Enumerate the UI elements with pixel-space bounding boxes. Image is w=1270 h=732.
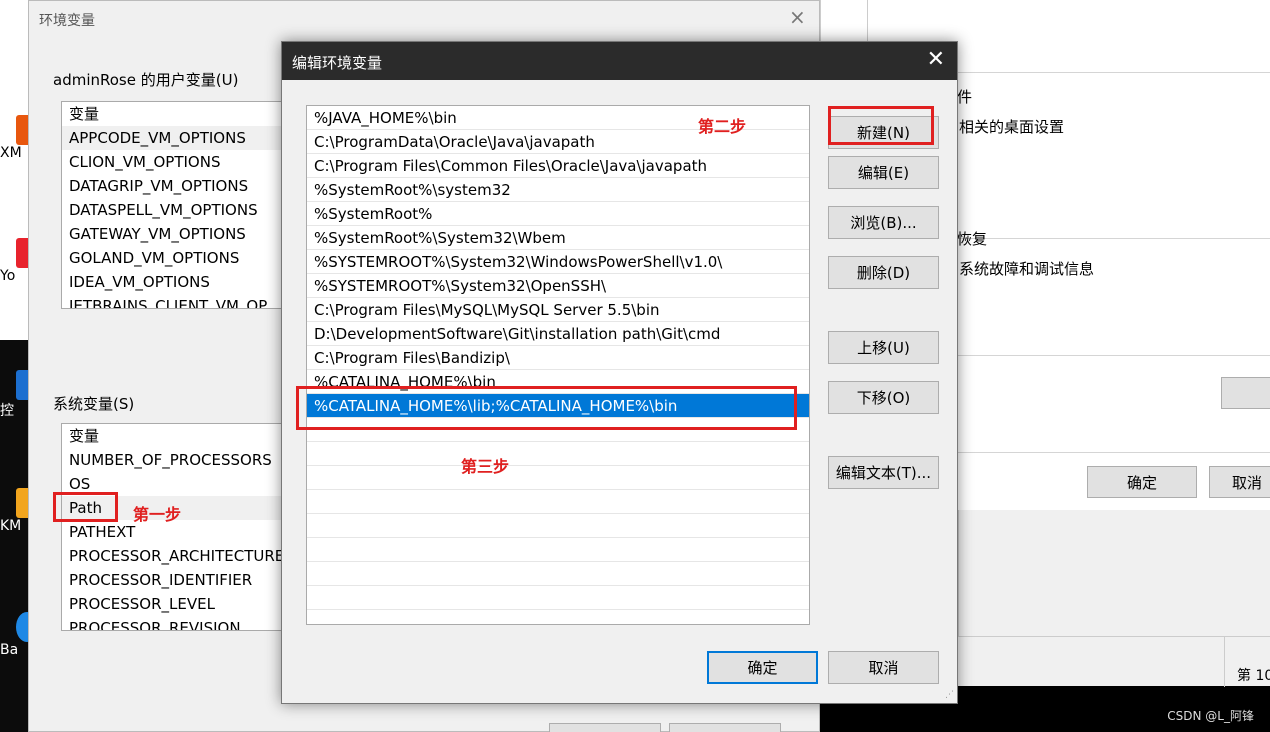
path-entry[interactable]: %SystemRoot%\System32\Wbem bbox=[307, 226, 809, 250]
path-entries-list[interactable]: %JAVA_HOME%\bin C:\ProgramData\Oracle\Jav… bbox=[306, 105, 810, 625]
dialog-title: 编辑环境变量 bbox=[292, 54, 383, 72]
browse-button[interactable]: 浏览(B)... bbox=[828, 206, 939, 239]
desktop-strip: XM Yo 控 KM Ba bbox=[0, 0, 30, 732]
watermark: CSDN @L_阿锋 bbox=[1167, 709, 1254, 723]
step3-label: 第三步 bbox=[461, 457, 510, 476]
ok-button[interactable]: 确定 bbox=[707, 651, 818, 684]
edit-text-button[interactable]: 编辑文本(T)... bbox=[828, 456, 939, 489]
empty-path-row[interactable] bbox=[307, 442, 809, 466]
group-description: 系统故障和调试信息 bbox=[959, 260, 1095, 278]
desktop-icon-xm[interactable]: XM bbox=[0, 115, 30, 161]
empty-path-row[interactable] bbox=[307, 562, 809, 586]
path-entry[interactable]: C:\Program Files\MySQL\MySQL Server 5.5\… bbox=[307, 298, 809, 322]
path-entry[interactable]: C:\Program Files\Common Files\Oracle\Jav… bbox=[307, 154, 809, 178]
desktop-icon-label: 控 bbox=[0, 403, 14, 419]
desktop-icon-label: KM bbox=[0, 518, 22, 534]
empty-path-row[interactable] bbox=[307, 538, 809, 562]
step1-highlight-box bbox=[53, 492, 118, 522]
step1-label: 第一步 bbox=[133, 505, 182, 524]
system-variables-label: 系统变量(S) bbox=[53, 395, 135, 413]
desktop-icon-km[interactable]: KM bbox=[0, 488, 30, 534]
env-ok-button[interactable] bbox=[549, 723, 661, 732]
resize-grip-icon[interactable]: ⋰ bbox=[945, 690, 954, 700]
edit-button[interactable]: 编辑(E) bbox=[828, 156, 939, 189]
cancel-button[interactable]: 取消 bbox=[1209, 466, 1270, 498]
divider bbox=[957, 238, 1270, 239]
group-label: 件 bbox=[957, 88, 973, 106]
group-description: 相关的桌面设置 bbox=[959, 118, 1065, 136]
desktop-icon-yo[interactable]: Yo bbox=[0, 238, 30, 284]
path-entry[interactable]: %SYSTEMROOT%\System32\OpenSSH\ bbox=[307, 274, 809, 298]
empty-path-row[interactable] bbox=[307, 514, 809, 538]
window-title: 环境变量 bbox=[39, 13, 95, 29]
close-icon[interactable]: × bbox=[789, 5, 806, 29]
desktop-icon-ba[interactable]: Ba bbox=[0, 612, 30, 658]
move-down-button[interactable]: 下移(O) bbox=[828, 381, 939, 414]
move-up-button[interactable]: 上移(U) bbox=[828, 331, 939, 364]
desktop-icon-control[interactable]: 控 bbox=[0, 370, 30, 420]
delete-button[interactable]: 删除(D) bbox=[828, 256, 939, 289]
ok-button[interactable]: 确定 bbox=[1087, 466, 1197, 498]
empty-path-row[interactable] bbox=[307, 466, 809, 490]
path-entry[interactable]: %SYSTEMROOT%\System32\WindowsPowerShell\… bbox=[307, 250, 809, 274]
step3-highlight-box bbox=[296, 386, 797, 430]
step2-highlight-box bbox=[828, 106, 934, 145]
path-entry[interactable]: %SystemRoot% bbox=[307, 202, 809, 226]
desktop-icon-label: Yo bbox=[0, 268, 16, 284]
empty-path-row[interactable] bbox=[307, 490, 809, 514]
status-text: 第 10 bbox=[1237, 668, 1270, 684]
path-entry[interactable]: C:\Program Files\Bandizip\ bbox=[307, 346, 809, 370]
step2-label: 第二步 bbox=[698, 117, 747, 136]
divider bbox=[1224, 637, 1225, 687]
cancel-button[interactable]: 取消 bbox=[828, 651, 939, 684]
close-icon[interactable]: ✕ bbox=[927, 47, 945, 72]
divider bbox=[957, 355, 1270, 356]
dialog-title-bar: 编辑环境变量 ✕ bbox=[282, 42, 957, 80]
user-variables-label: adminRose 的用户变量(U) bbox=[53, 71, 239, 89]
empty-path-row[interactable] bbox=[307, 586, 809, 610]
path-entry[interactable]: %SystemRoot%\system32 bbox=[307, 178, 809, 202]
desktop-icon-label: XM bbox=[0, 145, 22, 161]
desktop-icon-label: Ba bbox=[0, 642, 19, 658]
settings-button[interactable] bbox=[1221, 377, 1270, 409]
env-cancel-button[interactable] bbox=[669, 723, 781, 732]
status-bar: 第 10 bbox=[958, 636, 1270, 687]
path-entry[interactable]: D:\DevelopmentSoftware\Git\installation … bbox=[307, 322, 809, 346]
group-label: 恢复 bbox=[957, 230, 988, 248]
